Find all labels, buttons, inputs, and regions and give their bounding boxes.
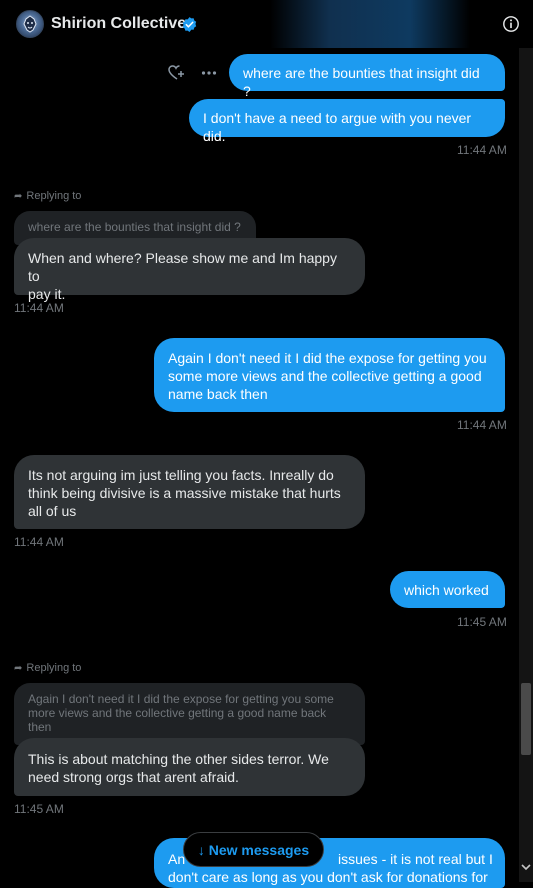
arrow-down-icon: ↓: [197, 842, 205, 858]
conversation-header: Shirion Collective: [0, 0, 533, 48]
timestamp: 11:44 AM: [14, 535, 64, 549]
message-text: where are the bounties that insight did …: [243, 65, 480, 99]
header-banner-blur: [270, 0, 470, 48]
incoming-message[interactable]: Its not arguing im just telling you fact…: [14, 455, 365, 529]
outgoing-message[interactable]: where are the bounties that insight did …: [229, 54, 505, 99]
timestamp: 11:45 AM: [457, 615, 507, 629]
outgoing-message[interactable]: Again I don't need it I did the expose f…: [154, 338, 505, 412]
add-reaction-icon[interactable]: [167, 64, 187, 82]
timestamp: 11:44 AM: [457, 143, 507, 157]
new-messages-button[interactable]: ↓ New messages: [183, 832, 324, 867]
replying-to-label: ➦ Replying to: [14, 662, 82, 674]
message-text: I don't have a need to argue with you ne…: [203, 110, 472, 144]
timestamp: 11:44 AM: [14, 301, 64, 315]
avatar[interactable]: [16, 10, 44, 38]
reply-arrow-icon: ➦: [14, 663, 23, 674]
outgoing-message[interactable]: which worked: [390, 571, 505, 608]
quoted-message[interactable]: Again I don't need it I did the expose f…: [14, 683, 365, 745]
more-dots-icon[interactable]: [201, 67, 217, 79]
lion-logo-icon: [23, 15, 37, 33]
outgoing-message[interactable]: I don't have a need to argue with you ne…: [189, 99, 505, 144]
info-icon[interactable]: [502, 15, 520, 33]
reply-arrow-icon: ➦: [14, 191, 23, 202]
incoming-message[interactable]: This is about matching the other sides t…: [14, 738, 365, 796]
timestamp: 11:45 AM: [14, 802, 64, 816]
replying-to-label: ➦ Replying to: [14, 190, 82, 202]
timestamp: 11:44 AM: [457, 418, 507, 432]
conversation-title[interactable]: Shirion Collective: [51, 15, 186, 33]
scrollbar-thumb[interactable]: [521, 683, 531, 755]
scrollbar-track[interactable]: [519, 48, 533, 882]
verified-badge-icon: [182, 17, 197, 32]
incoming-message[interactable]: When and where? Please show me and Im ha…: [14, 238, 365, 302]
scroll-down-arrow-icon[interactable]: [520, 860, 532, 874]
